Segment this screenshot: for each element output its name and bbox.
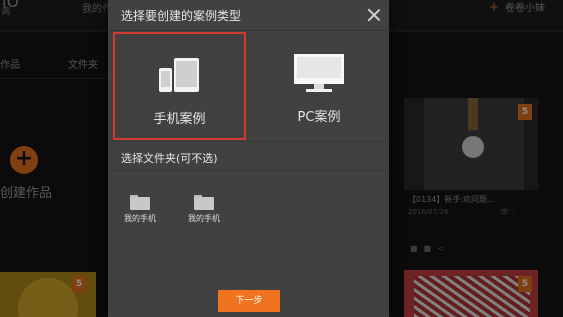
- close-icon[interactable]: [367, 8, 381, 22]
- folder-item[interactable]: 我的手机: [182, 195, 226, 224]
- phone-icon: [159, 68, 172, 92]
- folder-item[interactable]: 我的手机: [118, 195, 162, 224]
- dialog-header: 选择要创建的案例类型: [108, 0, 389, 31]
- folder-icon: [130, 195, 150, 210]
- section-divider: [108, 170, 389, 171]
- dialog-title: 选择要创建的案例类型: [121, 9, 242, 23]
- pc-case-label: PC案例: [297, 110, 341, 125]
- monitor-base: [306, 89, 332, 92]
- mobile-tablet-icon: [159, 58, 203, 94]
- monitor-screen: [294, 54, 344, 84]
- folder-label: 我的手机: [188, 214, 220, 223]
- create-case-dialog: 选择要创建的案例类型 手机案例 PC案例 选择文件夹(可不选) 我的手机 我的手…: [108, 0, 389, 317]
- pc-case-option[interactable]: PC案例: [254, 32, 384, 140]
- folder-label: 我的手机: [124, 214, 156, 223]
- mobile-case-option[interactable]: 手机案例: [113, 32, 246, 140]
- folder-section-heading: 选择文件夹(可不选): [121, 152, 218, 165]
- mobile-case-label: 手机案例: [153, 112, 206, 127]
- section-divider: [108, 141, 389, 142]
- tablet-icon: [174, 58, 199, 92]
- folder-icon: [194, 195, 214, 210]
- next-step-button[interactable]: 下一步: [218, 290, 280, 312]
- monitor-icon: [294, 54, 344, 96]
